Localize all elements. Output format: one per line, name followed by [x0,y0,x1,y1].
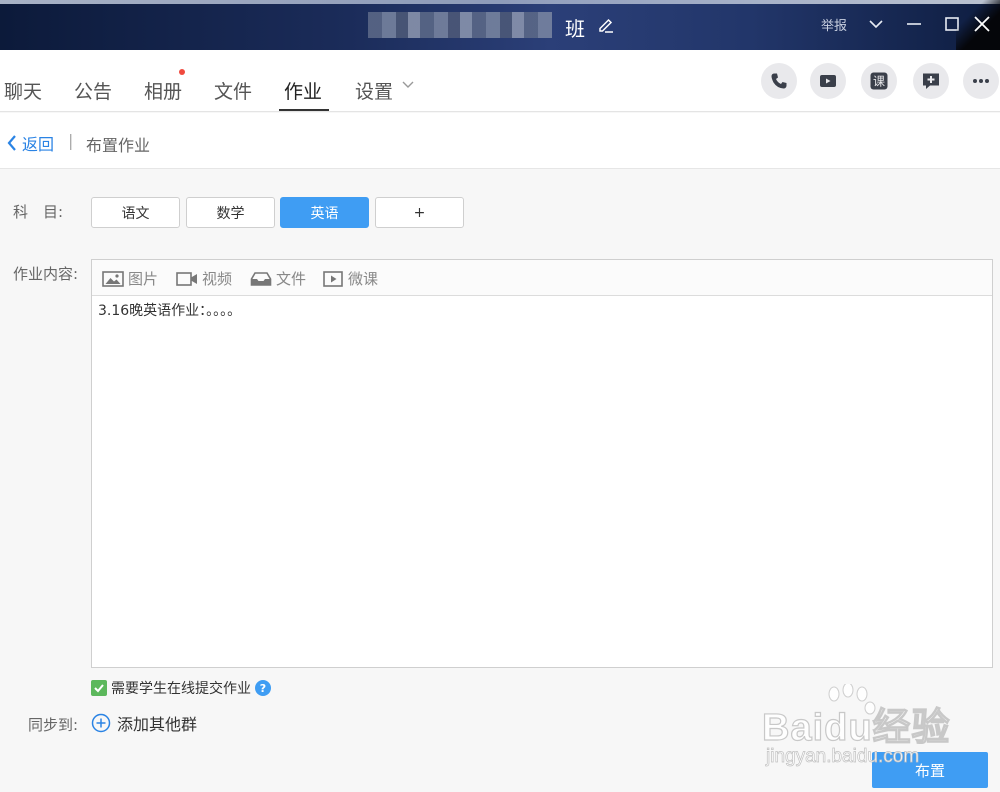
watermark-main: Baidu经验 [761,706,951,749]
course-icon: 课 [870,72,888,90]
video-tool-label: 视频 [202,270,233,288]
chevron-left-icon [7,135,16,151]
watermark-sub: jingyan.baidu.com [766,746,920,768]
tab-homework[interactable]: 作业 [284,77,322,104]
minimize-icon[interactable] [902,12,926,36]
homework-editor: 图片 视频 文件 微课 3.16晚英语作业：。。。。 [91,259,993,668]
sync-label: 同步到: [28,716,79,734]
insert-microlesson-button[interactable]: 微课 [322,268,378,289]
active-tab-underline [279,109,329,111]
subject-english-button[interactable]: 英语 [280,197,369,228]
subject-math-button[interactable]: 数学 [186,197,275,228]
back-button[interactable]: 返回 [6,131,54,155]
insert-video-button[interactable]: 视频 [176,268,232,289]
file-tool-label: 文件 [276,270,307,288]
subject-label: 科 目: [13,203,64,221]
play-video-icon [323,270,343,287]
add-subject-button[interactable]: + [375,197,464,228]
breadcrumb-separator: | [68,131,74,150]
insert-image-button[interactable]: 图片 [102,268,158,289]
tab-settings[interactable]: 设置 [355,77,393,104]
require-online-checkbox[interactable] [91,680,107,696]
subject-chinese-button[interactable]: 语文 [91,197,180,228]
title-bar: 班 举报 [0,0,1000,50]
report-link[interactable]: 举报 [821,15,847,34]
require-online-label: 需要学生在线提交作业 [111,681,251,697]
tab-album[interactable]: 相册 [144,77,182,104]
microlesson-tool-label: 微课 [348,270,379,288]
insert-file-button[interactable]: 文件 [250,268,306,289]
add-other-group-button[interactable]: 添加其他群 [91,711,197,735]
file-tray-icon [250,271,272,286]
svg-text:课: 课 [873,75,885,89]
image-icon [102,270,124,287]
breadcrumb-current: 布置作业 [86,136,151,155]
album-new-badge [179,69,185,75]
course-button[interactable]: 课 [861,63,897,99]
add-post-button[interactable] [913,63,949,99]
back-label: 返回 [22,135,55,154]
require-online-row: 需要学生在线提交作业 ? [91,678,271,698]
editor-toolbar: 图片 视频 文件 微课 [92,260,992,296]
checkmark-icon [94,684,104,693]
video-camera-icon [820,75,836,87]
more-button[interactable] [963,63,999,99]
video-icon [176,271,197,286]
pixelated-group-name [368,12,552,38]
help-icon[interactable]: ? [255,680,271,696]
image-tool-label: 图片 [128,270,159,288]
homework-content-textarea[interactable]: 3.16晚英语作业：。。。。 [92,296,992,324]
tab-chat[interactable]: 聊天 [4,77,42,104]
close-icon[interactable] [970,12,994,36]
chevron-down-icon[interactable] [864,12,888,36]
add-message-icon [923,73,939,89]
tab-announcement[interactable]: 公告 [74,77,112,104]
edit-pencil-icon[interactable] [597,17,615,35]
tab-files[interactable]: 文件 [214,77,252,104]
phone-icon [771,73,787,89]
plus-circle-icon [91,713,111,733]
voice-call-button[interactable] [761,63,797,99]
title-bar-sheen [0,0,1000,4]
more-dots-icon [973,79,989,83]
chevron-down-icon[interactable] [402,81,414,89]
content-label: 作业内容: [13,265,79,283]
add-group-label: 添加其他群 [117,715,198,734]
video-call-button[interactable] [810,63,846,99]
class-title: 班 [565,17,585,41]
